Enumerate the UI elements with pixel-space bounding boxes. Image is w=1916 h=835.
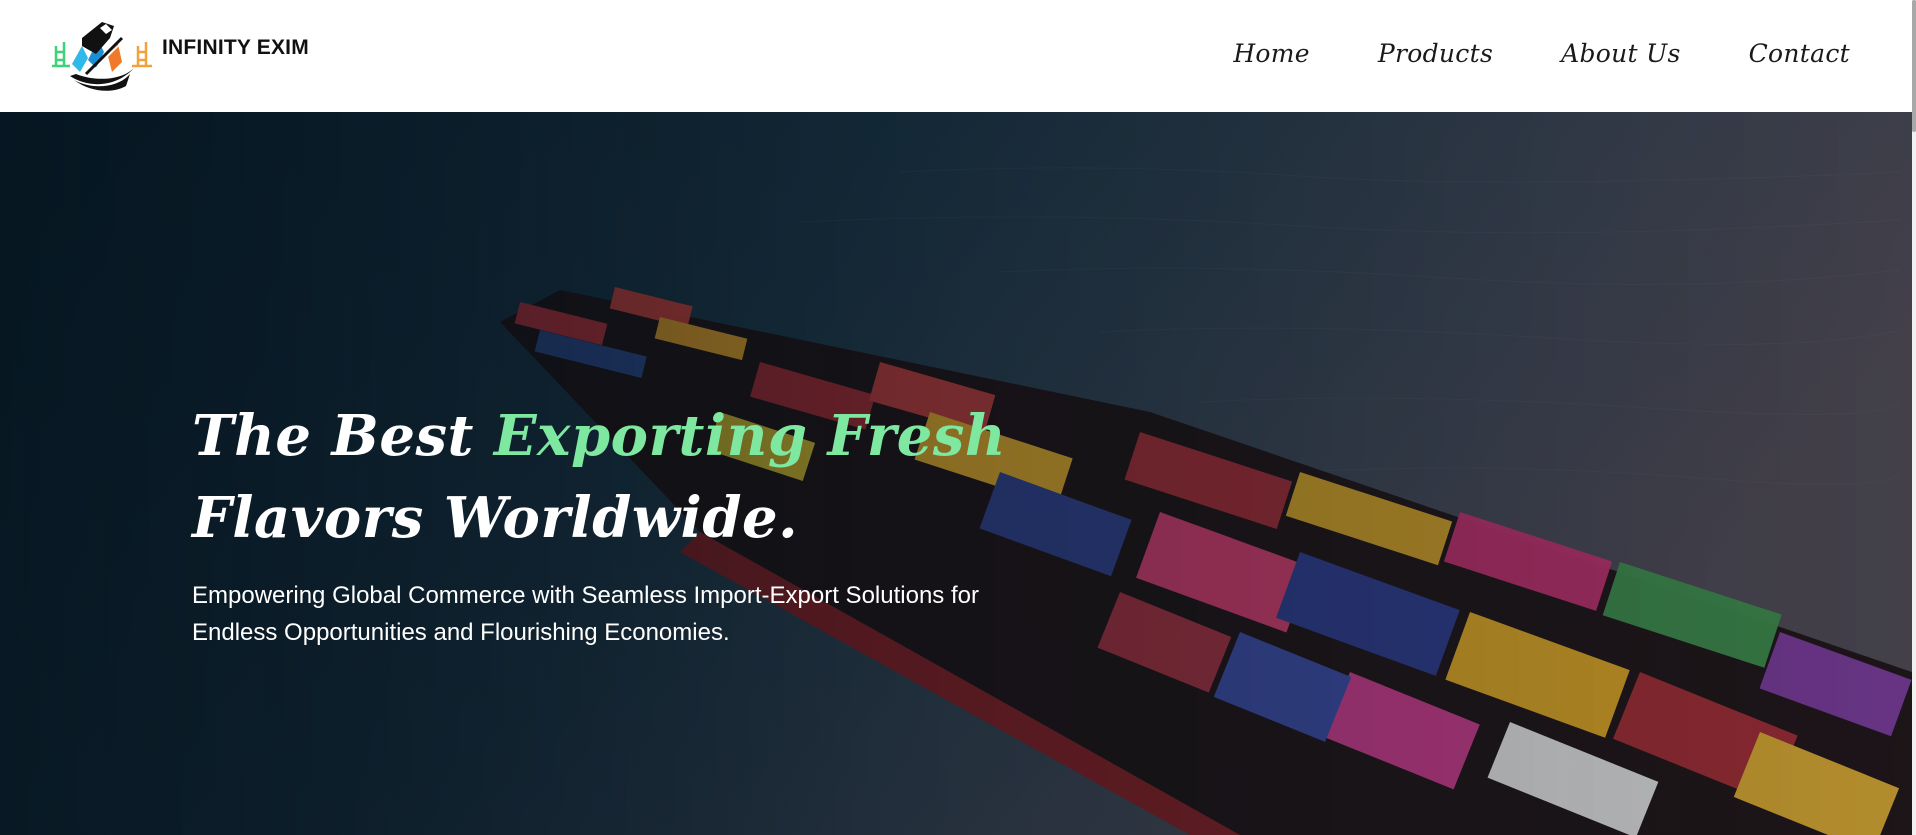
hero-subtitle: Empowering Global Commerce with Seamless… [192, 577, 1152, 651]
brand-name: INFINITY EXIM [162, 36, 309, 59]
hero-content: The Best Exporting Fresh Flavors Worldwi… [192, 395, 1292, 651]
nav-products[interactable]: Products [1378, 36, 1493, 72]
page: INFINITY EXIM Home Products About Us Con… [0, 0, 1916, 835]
main-nav: Home Products About Us Contact [1233, 36, 1850, 72]
site-header: INFINITY EXIM Home Products About Us Con… [0, 0, 1912, 112]
hero-subtitle-line2: Endless Opportunities and Flourishing Ec… [192, 619, 730, 646]
page-scrollbar[interactable] [1912, 0, 1916, 835]
ship-globe-logo-icon [52, 22, 152, 91]
nav-contact[interactable]: Contact [1749, 36, 1850, 72]
hero-section: The Best Exporting Fresh Flavors Worldwi… [0, 112, 1912, 835]
hero-subtitle-line1: Empowering Global Commerce with Seamless… [192, 582, 979, 609]
nav-about-us[interactable]: About Us [1561, 36, 1681, 72]
nav-home[interactable]: Home [1233, 36, 1310, 72]
scrollbar-thumb[interactable] [1912, 0, 1916, 132]
hero-title-part2: Flavors Worldwide. [192, 485, 799, 551]
hero-title: The Best Exporting Fresh Flavors Worldwi… [192, 395, 1292, 559]
brand-logo-link[interactable]: INFINITY EXIM [52, 16, 309, 92]
hero-title-part1: The Best [192, 403, 494, 469]
hero-title-accent: Exporting Fresh [493, 403, 1007, 469]
